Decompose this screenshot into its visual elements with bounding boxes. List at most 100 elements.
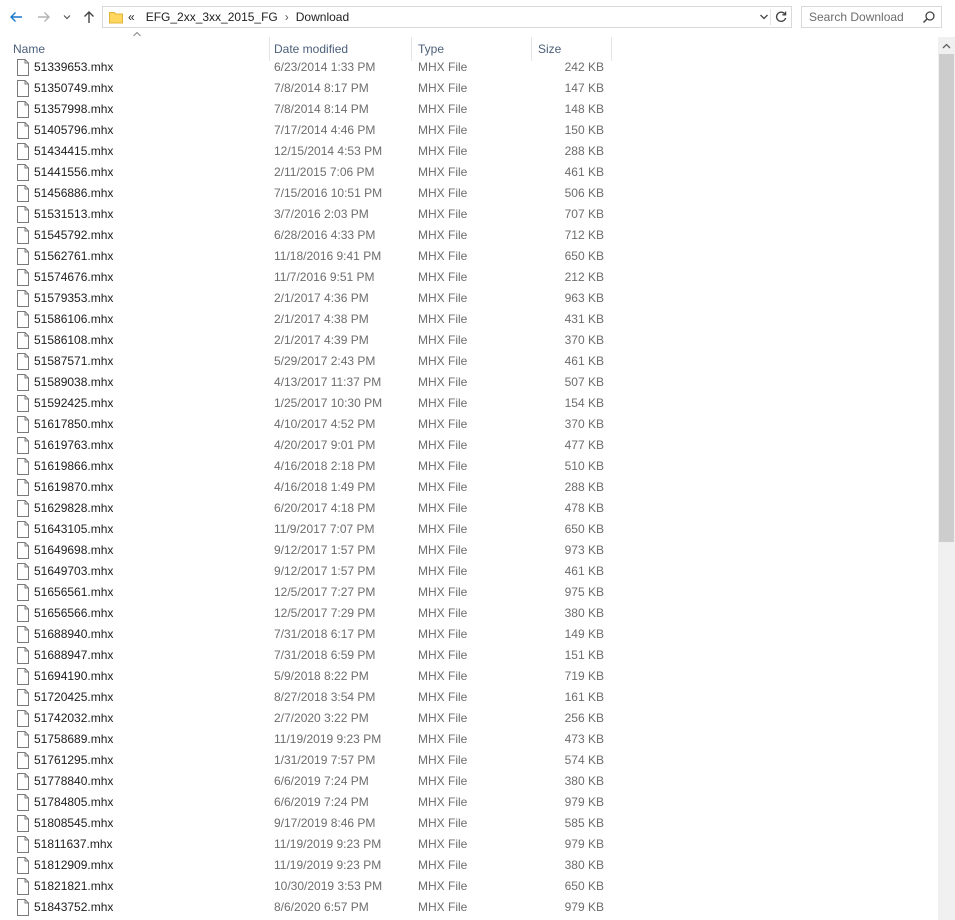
file-row[interactable]: 51649698.mhx 9/12/2017 1:57 PM MHX File … bbox=[0, 540, 938, 561]
file-row[interactable]: 51643105.mhx 11/9/2017 7:07 PM MHX File … bbox=[0, 519, 938, 540]
search-icon[interactable] bbox=[922, 10, 936, 24]
file-name[interactable]: 51586106.mhx bbox=[34, 309, 113, 330]
forward-button[interactable] bbox=[34, 6, 54, 28]
file-name[interactable]: 51808545.mhx bbox=[34, 813, 113, 834]
file-name[interactable]: 51843752.mhx bbox=[34, 897, 113, 918]
file-name[interactable]: 51811637.mhx bbox=[34, 834, 113, 855]
file-name[interactable]: 51761295.mhx bbox=[34, 750, 113, 771]
file-row[interactable]: 51619870.mhx 4/16/2018 1:49 PM MHX File … bbox=[0, 477, 938, 498]
file-name[interactable]: 51574676.mhx bbox=[34, 267, 113, 288]
file-row[interactable]: 51456886.mhx 7/15/2016 10:51 PM MHX File… bbox=[0, 183, 938, 204]
file-name[interactable]: 51619866.mhx bbox=[34, 456, 113, 477]
file-name[interactable]: 51758689.mhx bbox=[34, 729, 113, 750]
file-row[interactable]: 51656561.mhx 12/5/2017 7:27 PM MHX File … bbox=[0, 582, 938, 603]
file-row[interactable]: 51579353.mhx 2/1/2017 4:36 PM MHX File 9… bbox=[0, 288, 938, 309]
file-row[interactable]: 51562761.mhx 11/18/2016 9:41 PM MHX File… bbox=[0, 246, 938, 267]
file-name[interactable]: 51531513.mhx bbox=[34, 204, 113, 225]
file-row[interactable]: 51784805.mhx 6/6/2019 7:24 PM MHX File 9… bbox=[0, 792, 938, 813]
file-name[interactable]: 51812909.mhx bbox=[34, 855, 113, 876]
file-name[interactable]: 51592425.mhx bbox=[34, 393, 113, 414]
file-row[interactable]: 51531513.mhx 3/7/2016 2:03 PM MHX File 7… bbox=[0, 204, 938, 225]
file-row[interactable]: 51808545.mhx 9/17/2019 8:46 PM MHX File … bbox=[0, 813, 938, 834]
address-bar[interactable]: « EFG_2xx_3xx_2015_FG › Download bbox=[102, 6, 792, 28]
file-name[interactable]: 51688947.mhx bbox=[34, 645, 113, 666]
file-row[interactable]: 51629828.mhx 6/20/2017 4:18 PM MHX File … bbox=[0, 498, 938, 519]
file-name[interactable]: 51587571.mhx bbox=[34, 351, 113, 372]
file-row[interactable]: 51649703.mhx 9/12/2017 1:57 PM MHX File … bbox=[0, 561, 938, 582]
address-dropdown-icon[interactable] bbox=[758, 11, 770, 23]
file-row[interactable]: 51742032.mhx 2/7/2020 3:22 PM MHX File 2… bbox=[0, 708, 938, 729]
file-row[interactable]: 51778840.mhx 6/6/2019 7:24 PM MHX File 3… bbox=[0, 771, 938, 792]
file-name[interactable]: 51339653.mhx bbox=[34, 57, 113, 78]
file-name[interactable]: 51821821.mhx bbox=[34, 876, 113, 897]
file-row[interactable]: 51811637.mhx 11/19/2019 9:23 PM MHX File… bbox=[0, 834, 938, 855]
file-row[interactable]: 51586108.mhx 2/1/2017 4:39 PM MHX File 3… bbox=[0, 330, 938, 351]
file-name[interactable]: 51357998.mhx bbox=[34, 99, 113, 120]
file-name[interactable]: 51579353.mhx bbox=[34, 288, 113, 309]
recent-locations-button[interactable] bbox=[60, 6, 74, 28]
file-name[interactable]: 51643105.mhx bbox=[34, 519, 113, 540]
file-row[interactable]: 51434415.mhx 12/15/2014 4:53 PM MHX File… bbox=[0, 141, 938, 162]
file-row[interactable]: 51574676.mhx 11/7/2016 9:51 PM MHX File … bbox=[0, 267, 938, 288]
file-row[interactable]: 51545792.mhx 6/28/2016 4:33 PM MHX File … bbox=[0, 225, 938, 246]
file-name[interactable]: 51545792.mhx bbox=[34, 225, 113, 246]
file-row[interactable]: 51821821.mhx 10/30/2019 3:53 PM MHX File… bbox=[0, 876, 938, 897]
file-name[interactable]: 51405796.mhx bbox=[34, 120, 113, 141]
file-name[interactable]: 51694190.mhx bbox=[34, 666, 113, 687]
file-name[interactable]: 51562761.mhx bbox=[34, 246, 113, 267]
file-row[interactable]: 51405796.mhx 7/17/2014 4:46 PM MHX File … bbox=[0, 120, 938, 141]
file-row[interactable]: 51688947.mhx 7/31/2018 6:59 PM MHX File … bbox=[0, 645, 938, 666]
file-row[interactable]: 51619763.mhx 4/20/2017 9:01 PM MHX File … bbox=[0, 435, 938, 456]
up-button[interactable] bbox=[80, 6, 98, 28]
file-row[interactable]: 51619866.mhx 4/16/2018 2:18 PM MHX File … bbox=[0, 456, 938, 477]
file-row[interactable]: 51339653.mhx 6/23/2014 1:33 PM MHX File … bbox=[0, 57, 938, 78]
file-name[interactable]: 51784805.mhx bbox=[34, 792, 113, 813]
file-name[interactable]: 51742032.mhx bbox=[34, 708, 113, 729]
file-name[interactable]: 51629828.mhx bbox=[34, 498, 113, 519]
file-row[interactable]: 51843752.mhx 8/6/2020 6:57 PM MHX File 9… bbox=[0, 897, 938, 918]
file-name[interactable]: 51350749.mhx bbox=[34, 78, 113, 99]
file-row[interactable]: 51688940.mhx 7/31/2018 6:17 PM MHX File … bbox=[0, 624, 938, 645]
file-name[interactable]: 51649703.mhx bbox=[34, 561, 113, 582]
search-input[interactable] bbox=[802, 7, 924, 27]
file-name[interactable]: 51434415.mhx bbox=[34, 141, 113, 162]
file-row[interactable]: 51758689.mhx 11/19/2019 9:23 PM MHX File… bbox=[0, 729, 938, 750]
breadcrumb-overflow[interactable]: « bbox=[128, 10, 135, 24]
file-date-modified: 10/30/2019 3:53 PM bbox=[274, 879, 383, 893]
file-row[interactable]: 51589038.mhx 4/13/2017 11:37 PM MHX File… bbox=[0, 372, 938, 393]
file-name[interactable]: 51619870.mhx bbox=[34, 477, 113, 498]
file-row[interactable]: 51592425.mhx 1/25/2017 10:30 PM MHX File… bbox=[0, 393, 938, 414]
breadcrumb-item-current[interactable]: Download bbox=[296, 10, 349, 24]
back-button[interactable] bbox=[6, 6, 26, 28]
file-name[interactable]: 51619763.mhx bbox=[34, 435, 113, 456]
file-row[interactable]: 51586106.mhx 2/1/2017 4:38 PM MHX File 4… bbox=[0, 309, 938, 330]
breadcrumb-separator[interactable]: › bbox=[285, 10, 289, 24]
file-name[interactable]: 51456886.mhx bbox=[34, 183, 113, 204]
file-name[interactable]: 51586108.mhx bbox=[34, 330, 113, 351]
file-row[interactable]: 51812909.mhx 11/19/2019 9:23 PM MHX File… bbox=[0, 855, 938, 876]
file-row[interactable]: 51720425.mhx 8/27/2018 3:54 PM MHX File … bbox=[0, 687, 938, 708]
file-name[interactable]: 51688940.mhx bbox=[34, 624, 113, 645]
vertical-scrollbar[interactable] bbox=[938, 37, 955, 920]
file-name[interactable]: 51656561.mhx bbox=[34, 582, 113, 603]
file-row[interactable]: 51656566.mhx 12/5/2017 7:29 PM MHX File … bbox=[0, 603, 938, 624]
file-row[interactable]: 51441556.mhx 2/11/2015 7:06 PM MHX File … bbox=[0, 162, 938, 183]
scroll-thumb[interactable] bbox=[939, 54, 954, 542]
file-row[interactable]: 51617850.mhx 4/10/2017 4:52 PM MHX File … bbox=[0, 414, 938, 435]
file-name[interactable]: 51778840.mhx bbox=[34, 771, 113, 792]
file-row[interactable]: 51587571.mhx 5/29/2017 2:43 PM MHX File … bbox=[0, 351, 938, 372]
scroll-up-button[interactable] bbox=[938, 37, 955, 54]
file-name[interactable]: 51720425.mhx bbox=[34, 687, 113, 708]
file-row[interactable]: 51350749.mhx 7/8/2014 8:17 PM MHX File 1… bbox=[0, 78, 938, 99]
file-row[interactable]: 51761295.mhx 1/31/2019 7:57 PM MHX File … bbox=[0, 750, 938, 771]
file-name[interactable]: 51441556.mhx bbox=[34, 162, 113, 183]
file-name[interactable]: 51589038.mhx bbox=[34, 372, 113, 393]
file-row[interactable]: 51694190.mhx 5/9/2018 8:22 PM MHX File 7… bbox=[0, 666, 938, 687]
file-row[interactable]: 51357998.mhx 7/8/2014 8:14 PM MHX File 1… bbox=[0, 99, 938, 120]
file-name[interactable]: 51617850.mhx bbox=[34, 414, 113, 435]
file-name[interactable]: 51649698.mhx bbox=[34, 540, 113, 561]
search-box[interactable] bbox=[801, 6, 942, 28]
breadcrumb-item-parent[interactable]: EFG_2xx_3xx_2015_FG bbox=[146, 10, 278, 24]
refresh-icon[interactable] bbox=[774, 10, 788, 24]
file-name[interactable]: 51656566.mhx bbox=[34, 603, 113, 624]
